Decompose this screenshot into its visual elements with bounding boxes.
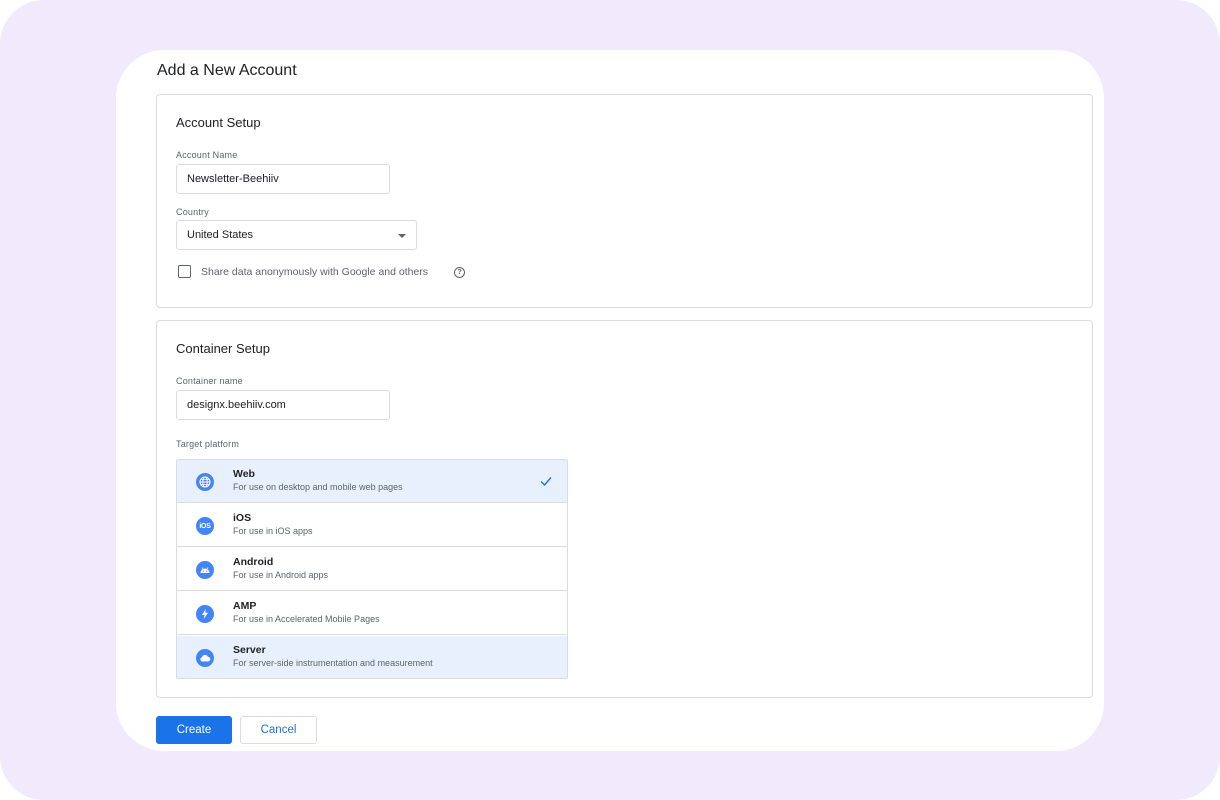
lightning-icon [196,605,214,623]
platform-option-android[interactable]: Android For use in Android apps [177,548,567,591]
platform-option-server[interactable]: Server For server-side instrumentation a… [177,636,567,678]
country-select[interactable]: United States [176,220,417,250]
account-name-input[interactable]: Newsletter-Beehiiv [176,164,390,194]
platform-description: For use in Accelerated Mobile Pages [233,614,380,624]
container-name-value: designx.beehiiv.com [187,399,286,411]
account-name-label: Account Name [176,150,238,160]
platform-name: iOS [233,512,252,524]
container-name-label: Container name [176,376,243,386]
account-setup-title: Account Setup [176,115,261,130]
ios-icon: iOS [196,517,214,535]
help-circle-icon[interactable]: ? [454,267,465,278]
platform-name: Server [233,644,266,656]
create-button[interactable]: Create [156,716,232,744]
account-name-value: Newsletter-Beehiiv [187,173,279,185]
platform-description: For server-side instrumentation and meas… [233,658,433,668]
platform-description: For use in iOS apps [233,526,313,536]
cloud-icon [196,649,214,667]
share-data-checkbox[interactable] [178,265,191,278]
cancel-button[interactable]: Cancel [240,716,317,744]
platform-name: AMP [233,600,257,612]
platform-option-web[interactable]: Web For use on desktop and mobile web pa… [177,460,567,503]
share-data-label: Share data anonymously with Google and o… [201,266,429,278]
platform-option-ios[interactable]: iOS iOS For use in iOS apps [177,504,567,547]
new-account-dialog: Add a New Account Account Setup Account … [116,50,1104,751]
country-value: United States [187,229,254,241]
platform-description: For use in Android apps [233,570,329,580]
target-platform-label: Target platform [176,439,240,449]
checkmark-icon [540,477,552,487]
container-name-input[interactable]: designx.beehiiv.com [176,390,390,420]
ios-icon-text: iOS [199,522,211,530]
container-setup-section: Container Setup Container name designx.b… [156,320,1093,698]
platform-name: Android [233,556,274,568]
globe-icon [196,473,214,491]
chevron-down-icon [398,234,406,238]
platform-description: For use on desktop and mobile web pages [233,482,403,492]
platform-list: Web For use on desktop and mobile web pa… [176,459,568,679]
platform-name: Web [233,468,255,480]
platform-option-amp[interactable]: AMP For use in Accelerated Mobile Pages [177,592,567,635]
android-icon [196,561,214,579]
page-title: Add a New Account [157,62,297,79]
country-label: Country [176,207,209,217]
container-setup-title: Container Setup [176,341,270,356]
account-setup-section: Account Setup Account Name Newsletter-Be… [156,94,1093,308]
